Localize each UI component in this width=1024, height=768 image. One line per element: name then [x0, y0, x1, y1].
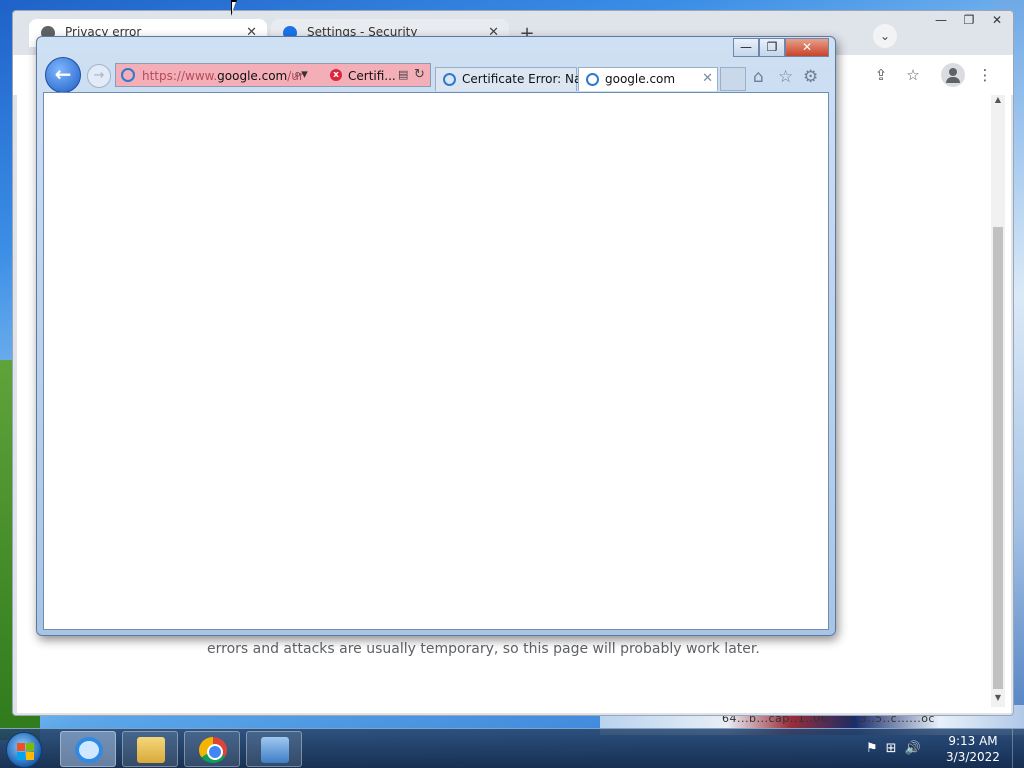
taskbar-chrome[interactable]: [184, 731, 240, 767]
back-button[interactable]: ←: [45, 57, 81, 93]
ie-new-tab-button[interactable]: [720, 67, 746, 91]
certificate-error-icon[interactable]: x: [330, 69, 342, 81]
chrome-window-controls: — ❐ ✕: [927, 11, 1011, 31]
share-icon[interactable]: ⇪: [869, 63, 893, 87]
ie-tab-certificate-error[interactable]: Certificate Error: Na...: [435, 67, 593, 91]
ie-page-icon: [121, 68, 135, 82]
chrome-menu-icon[interactable]: ⋮: [973, 63, 997, 87]
compatibility-view-icon[interactable]: ▤: [398, 68, 408, 81]
profile-avatar[interactable]: [941, 63, 965, 87]
taskbar-internet-explorer[interactable]: [60, 731, 116, 767]
clock[interactable]: 9:13 AM 3/3/2022: [940, 733, 1006, 765]
taskbar-file-explorer[interactable]: [122, 731, 178, 767]
ie-close-button[interactable]: ✕: [785, 38, 829, 57]
action-center-flag-icon[interactable]: ⚑: [866, 741, 878, 756]
taskbar-control-panel[interactable]: [246, 731, 302, 767]
ie-page-icon: [586, 73, 599, 86]
chrome-scrollbar[interactable]: ▲ ▼: [991, 95, 1005, 707]
forward-button[interactable]: →: [87, 64, 111, 88]
restore-button[interactable]: ❐: [955, 11, 983, 31]
scroll-down-arrow-icon[interactable]: ▼: [991, 693, 1005, 707]
ie-maximize-button[interactable]: ❐: [759, 38, 785, 57]
minimize-button[interactable]: —: [927, 11, 955, 31]
ie-window: — ❐ ✕ ← → https://www.google.com/ur ⌕▾ x…: [36, 36, 836, 636]
control-panel-icon: [261, 737, 289, 763]
system-tray: ⚑ ⊞ 🔊: [866, 741, 921, 756]
ie-minimize-button[interactable]: —: [733, 38, 759, 57]
address-url[interactable]: https://www.google.com/ur: [142, 69, 304, 83]
scrollbar-thumb[interactable]: [993, 227, 1003, 689]
internet-explorer-icon: [75, 737, 103, 763]
ie-window-controls: — ❐ ✕: [733, 38, 829, 57]
show-desktop-button[interactable]: [1012, 729, 1024, 768]
folder-icon: [137, 737, 165, 763]
error-explanation-text: errors and attacks are usually temporary…: [207, 641, 760, 657]
favorites-star-icon[interactable]: ☆: [778, 67, 793, 87]
network-icon[interactable]: ⊞: [886, 741, 897, 756]
taskbar: ⚑ ⊞ 🔊 9:13 AM 3/3/2022: [0, 728, 1024, 768]
home-icon[interactable]: ⌂: [753, 67, 764, 87]
close-window-button[interactable]: ✕: [983, 11, 1011, 31]
tab-search-button[interactable]: ⌄: [873, 24, 897, 48]
clock-date: 3/3/2022: [946, 750, 1000, 764]
bookmark-star-icon[interactable]: ☆: [901, 63, 925, 87]
certificate-error-label[interactable]: Certifi...: [348, 69, 396, 83]
start-button[interactable]: [6, 732, 42, 768]
tools-gear-icon[interactable]: ⚙: [803, 67, 818, 87]
clock-time: 9:13 AM: [948, 734, 998, 748]
volume-icon[interactable]: 🔊: [905, 741, 921, 756]
ie-tab-google[interactable]: google.com ✕: [578, 67, 718, 91]
refresh-icon[interactable]: ↻: [414, 67, 425, 82]
scroll-up-arrow-icon[interactable]: ▲: [991, 95, 1005, 109]
ie-tab-label: google.com: [605, 72, 676, 86]
ie-tab-label: Certificate Error: Na...: [462, 72, 593, 86]
ie-page-icon: [443, 73, 456, 86]
address-bar[interactable]: https://www.google.com/ur ⌕▾ x Certifi..…: [115, 63, 431, 87]
ie-page-content: [43, 92, 829, 630]
chrome-icon: [199, 737, 227, 763]
mouse-cursor-icon: [231, 0, 243, 16]
close-tab-icon[interactable]: ✕: [702, 71, 713, 86]
search-dropdown-icon[interactable]: ⌕▾: [294, 67, 308, 82]
